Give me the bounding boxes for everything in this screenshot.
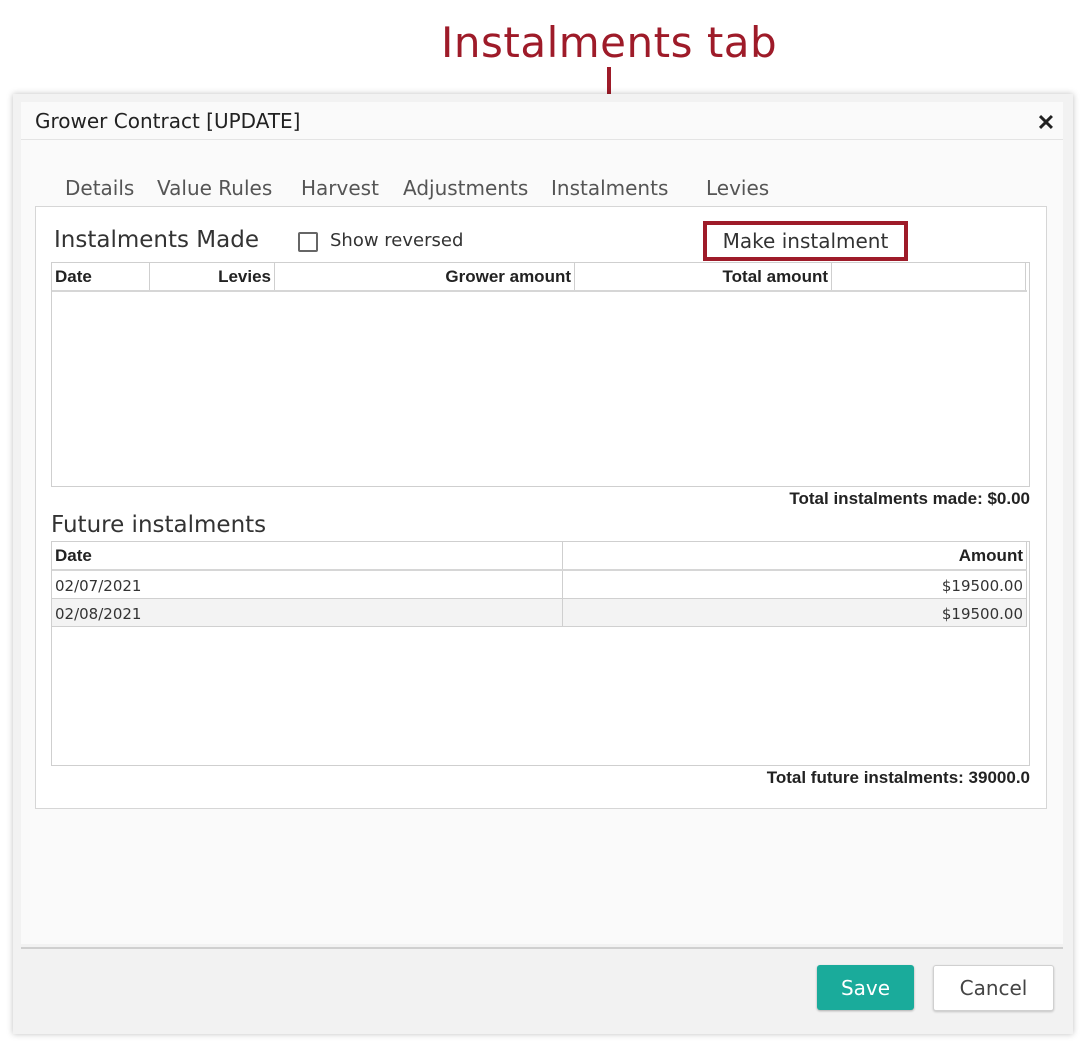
dialog-body: Grower Contract [UPDATE] ✕ Details Value…	[21, 102, 1063, 944]
total-instalments-made: Total instalments made: $0.00	[789, 489, 1030, 508]
column-header-date[interactable]: Date	[52, 263, 150, 290]
column-header-empty	[832, 263, 1026, 290]
future-instalments-grid: Date Amount 02/07/2021 $19500.00 02/08/2…	[51, 541, 1030, 766]
show-reversed-checkbox[interactable]	[298, 232, 318, 252]
table-row[interactable]: 02/07/2021 $19500.00	[52, 571, 1027, 599]
annotation-label: Instalments tab	[441, 18, 778, 67]
tab-adjustments[interactable]: Adjustments	[395, 176, 536, 206]
column-header-levies[interactable]: Levies	[150, 263, 275, 290]
instalments-made-header: Date Levies Grower amount Total amount	[52, 263, 1027, 292]
tab-instalments[interactable]: Instalments	[543, 176, 677, 209]
dialog-header: Grower Contract [UPDATE] ✕	[21, 102, 1063, 140]
tab-levies[interactable]: Levies	[698, 176, 777, 206]
make-instalment-button[interactable]: Make instalment	[703, 221, 908, 261]
dialog-title: Grower Contract [UPDATE]	[35, 109, 301, 133]
show-reversed-label: Show reversed	[330, 230, 464, 251]
instalments-panel: Instalments Made Show reversed Make inst…	[35, 206, 1047, 809]
future-instalments-header: Date Amount	[52, 542, 1027, 571]
total-future-instalments: Total future instalments: 39000.0	[766, 768, 1030, 787]
grower-contract-dialog: Grower Contract [UPDATE] ✕ Details Value…	[13, 94, 1073, 1034]
tab-value-rules[interactable]: Value Rules	[149, 176, 280, 206]
column-header-date[interactable]: Date	[52, 542, 563, 569]
footer-divider	[21, 947, 1063, 949]
row-amount: $19500.00	[563, 599, 1027, 626]
instalments-made-title: Instalments Made	[54, 227, 259, 253]
instalments-made-grid: Date Levies Grower amount Total amount	[51, 262, 1030, 487]
close-icon[interactable]: ✕	[1035, 112, 1057, 134]
cancel-button[interactable]: Cancel	[933, 965, 1054, 1011]
column-header-amount[interactable]: Amount	[563, 542, 1027, 569]
tab-harvest[interactable]: Harvest	[293, 176, 387, 206]
future-instalments-title: Future instalments	[51, 512, 267, 538]
save-button[interactable]: Save	[817, 965, 914, 1010]
row-amount: $19500.00	[563, 571, 1027, 598]
column-header-grower-amount[interactable]: Grower amount	[275, 263, 575, 290]
table-row[interactable]: 02/08/2021 $19500.00	[52, 599, 1027, 627]
column-header-total-amount[interactable]: Total amount	[575, 263, 832, 290]
row-date: 02/07/2021	[52, 571, 563, 598]
row-date: 02/08/2021	[52, 599, 563, 626]
tab-details[interactable]: Details	[57, 176, 142, 206]
